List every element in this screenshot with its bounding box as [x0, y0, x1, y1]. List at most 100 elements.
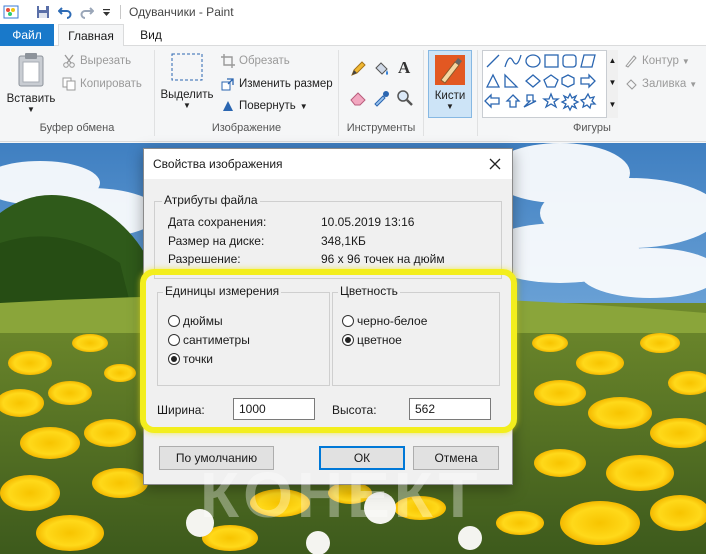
text-a-icon: A: [398, 58, 411, 76]
shapes-gallery[interactable]: [482, 50, 618, 118]
brush-icon: [435, 55, 465, 85]
paste-label: Вставить: [6, 93, 56, 105]
fill-label: Заливка: [642, 78, 687, 90]
fill-icon: [626, 79, 637, 90]
color-color-radio[interactable]: цветное: [342, 333, 402, 347]
outline-icon: [625, 55, 637, 68]
rotate-dropdown-icon[interactable]: ▼: [300, 102, 308, 111]
height-field[interactable]: 562: [409, 398, 491, 420]
copy-button[interactable]: Копировать: [62, 77, 142, 91]
title-bar: Одуванчики - Paint: [0, 0, 706, 24]
tab-home[interactable]: Главная: [58, 24, 124, 47]
selection-rectangle-icon: [171, 53, 203, 81]
width-field[interactable]: 1000: [233, 398, 315, 420]
color-color-label: цветное: [357, 333, 402, 347]
cut-label: Вырезать: [80, 55, 132, 67]
units-inches-radio[interactable]: дюймы: [168, 314, 223, 328]
copy-label: Копировать: [80, 78, 142, 90]
clipboard-group-label: Буфер обмена: [39, 122, 115, 134]
brushes-dropdown-icon[interactable]: ▼: [429, 102, 471, 111]
crop-icon: [221, 54, 235, 68]
watermark: КОНЕКТ: [200, 459, 482, 531]
text-tool[interactable]: A: [396, 58, 418, 76]
close-icon: [489, 158, 501, 170]
radio-indicator-selected: [168, 353, 180, 365]
paste-dropdown-icon[interactable]: ▼: [6, 105, 56, 114]
cut-button[interactable]: Вырезать: [62, 54, 131, 68]
width-label: Ширина:: [157, 403, 205, 417]
resolution-label: Разрешение:: [168, 252, 241, 266]
copy-icon: [62, 77, 76, 91]
units-legend: Единицы измерения: [163, 284, 282, 298]
eraser-icon: [350, 92, 366, 106]
save-icon[interactable]: [32, 0, 54, 24]
svg-text:A: A: [398, 58, 411, 76]
dialog-title-bar: Свойства изображения: [144, 149, 512, 179]
units-cm-label: сантиметры: [183, 333, 250, 347]
image-properties-dialog: Свойства изображения Атрибуты файла Дата…: [143, 148, 513, 485]
rotate-label: Повернуть: [239, 100, 296, 112]
rotate-icon: [223, 101, 233, 111]
brushes-label: Кисти: [434, 90, 466, 102]
shapes-group-label: Фигуры: [573, 122, 611, 134]
color-picker-tool[interactable]: [372, 89, 394, 107]
units-pixels-radio[interactable]: точки: [168, 352, 213, 366]
height-label: Высота:: [332, 403, 377, 417]
units-inches-label: дюймы: [183, 314, 223, 328]
disk-size-value: 348,1КБ: [321, 234, 366, 248]
fill-dropdown-icon[interactable]: ▼: [689, 80, 697, 89]
fill-tool[interactable]: [372, 60, 394, 78]
customize-toolbar-icon[interactable]: [98, 0, 114, 24]
resize-button[interactable]: Изменить размер: [221, 77, 333, 91]
paint-bucket-icon: [375, 62, 388, 75]
resize-label: Изменить размер: [239, 78, 333, 90]
close-button[interactable]: [486, 155, 504, 173]
paste-button[interactable]: Вставить ▼: [6, 52, 56, 114]
tab-view[interactable]: Вид: [130, 24, 172, 46]
disk-size-label: Размер на диске:: [168, 234, 265, 248]
crop-button[interactable]: Обрезать: [221, 54, 290, 68]
radio-indicator: [168, 315, 180, 327]
ribbon-tabs: Файл Главная Вид: [0, 24, 706, 47]
radio-indicator: [168, 334, 180, 346]
select-label: Выделить: [160, 89, 214, 101]
scissors-icon: [63, 54, 75, 68]
outline-label: Контур: [642, 55, 679, 67]
select-dropdown-icon[interactable]: ▼: [160, 101, 214, 110]
outline-dropdown-icon[interactable]: ▼: [682, 57, 690, 66]
clipboard-icon: [18, 53, 44, 87]
pencil-tool[interactable]: [349, 60, 371, 78]
crop-label: Обрезать: [239, 55, 290, 67]
tab-file[interactable]: Файл: [0, 24, 54, 46]
window-title: Одуванчики - Paint: [129, 5, 234, 19]
color-legend: Цветность: [338, 284, 400, 298]
color-bw-radio[interactable]: черно-белое: [342, 314, 427, 328]
shapes-scroll[interactable]: ▲ ▼ ▼: [606, 50, 618, 118]
pencil-icon: [351, 61, 366, 76]
resize-icon: [221, 78, 234, 91]
magnifier-icon: [397, 90, 413, 106]
outline-button[interactable]: Контур ▼: [624, 54, 690, 68]
redo-icon[interactable]: [76, 0, 98, 24]
undo-icon[interactable]: [54, 0, 76, 24]
brushes-button[interactable]: Кисти ▼: [428, 50, 472, 118]
fill-button[interactable]: Заливка ▼: [624, 77, 697, 91]
dialog-title: Свойства изображения: [153, 157, 283, 171]
magnifier-tool[interactable]: [396, 89, 418, 107]
saved-date-label: Дата сохранения:: [168, 215, 267, 229]
radio-indicator: [342, 315, 354, 327]
file-attributes-legend: Атрибуты файла: [162, 193, 260, 207]
ribbon: Вставить ▼ Вырезать Копировать Буфер обм…: [0, 46, 706, 142]
shapes-icons: [484, 54, 597, 112]
rotate-button[interactable]: Повернуть ▼: [221, 99, 308, 113]
units-cm-radio[interactable]: сантиметры: [168, 333, 250, 347]
image-group-label: Изображение: [211, 122, 282, 134]
tools-group-label: Инструменты: [346, 122, 416, 134]
eyedropper-icon: [374, 91, 389, 107]
eraser-tool[interactable]: [349, 89, 371, 107]
resolution-value: 96 x 96 точек на дюйм: [321, 252, 445, 266]
radio-indicator-selected: [342, 334, 354, 346]
select-button[interactable]: Выделить ▼: [160, 52, 214, 110]
color-bw-label: черно-белое: [357, 314, 428, 328]
saved-date-value: 10.05.2019 13:16: [321, 215, 415, 229]
